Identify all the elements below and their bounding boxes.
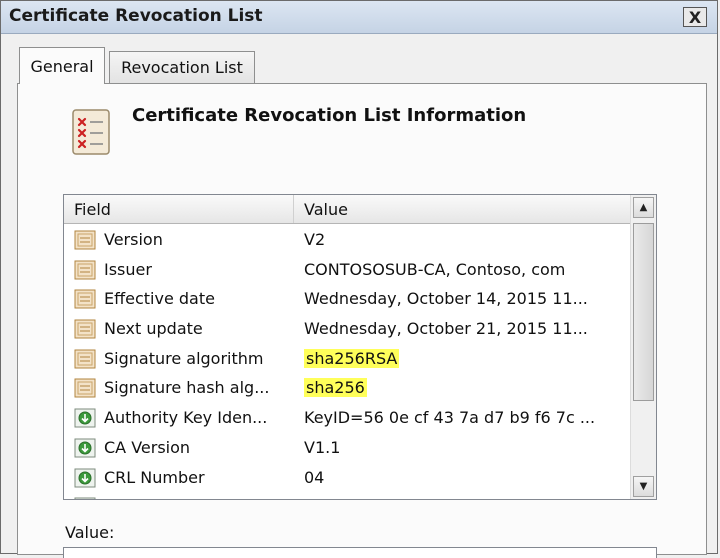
arrow-up-icon: ▲ [639, 202, 648, 213]
column-header-value[interactable]: Value [294, 195, 630, 223]
tab-revocation-list-label: Revocation List [121, 58, 243, 77]
scroll-up-button[interactable]: ▲ [633, 197, 654, 218]
list-item[interactable]: Signature algorithm sha256RSA [64, 344, 630, 374]
property-icon [74, 378, 96, 398]
list-item[interactable]: Next update Wednesday, October 21, 2015 … [64, 314, 630, 344]
list-header: Field Value [64, 195, 630, 224]
window-title: Certificate Revocation List [9, 6, 263, 26]
property-icon [74, 319, 96, 339]
list-item[interactable]: CRL Number 04 [64, 463, 630, 493]
value-label: Value: [65, 523, 115, 542]
list-item[interactable]: Signature hash alg... sha256 [64, 373, 630, 403]
property-icon [74, 289, 96, 309]
field-value: V1.1 [304, 437, 341, 457]
title-bar[interactable]: Certificate Revocation List X [1, 1, 717, 34]
dialog-window: Certificate Revocation List X General Re… [0, 0, 718, 558]
field-value-highlighted: sha256RSA [304, 348, 400, 368]
field-value-highlighted: sha256 [304, 378, 367, 398]
extension-icon [74, 438, 96, 458]
extension-icon [74, 408, 96, 428]
column-header-field[interactable]: Field [64, 195, 294, 223]
list-rows: Version V2 Issuer CONTOSOSUB-CA, Contoso… [64, 225, 630, 499]
list-item[interactable]: Effective date Wednesday, October 14, 20… [64, 284, 630, 314]
field-name: Next update [104, 319, 203, 339]
scroll-down-button[interactable]: ▼ [633, 476, 654, 497]
list-item[interactable] [64, 492, 630, 499]
list-item[interactable]: Version V2 [64, 225, 630, 255]
tab-general-label: General [30, 56, 94, 76]
field-value: 04 [304, 467, 325, 487]
field-name: Version [104, 230, 163, 249]
info-heading: Certificate Revocation List Information [132, 105, 527, 126]
tab-general[interactable]: General [19, 47, 105, 84]
field-name: Issuer [104, 259, 152, 279]
property-icon [74, 260, 96, 280]
crl-document-icon [72, 109, 110, 155]
property-icon [74, 349, 96, 369]
field-name: Effective date [104, 289, 215, 309]
field-value: CONTOSOSUB-CA, Contoso, com [304, 259, 566, 279]
field-value: Wednesday, October 14, 2015 11... [304, 289, 588, 309]
scrollbar-thumb[interactable] [633, 223, 654, 401]
extension-icon [74, 497, 96, 499]
field-name: Authority Key Iden... [104, 408, 268, 428]
field-value: KeyID=56 0e cf 43 7a d7 b9 f6 7c ... [304, 408, 596, 428]
close-button[interactable]: X [683, 7, 707, 27]
fields-list[interactable]: Field Value Version V2 Issuer CONTOSOSUB… [63, 194, 657, 500]
vertical-scrollbar[interactable]: ▲ ▼ [630, 195, 656, 499]
close-icon: X [688, 7, 702, 27]
field-name: CRL Number [104, 467, 205, 487]
field-name: CA Version [104, 437, 191, 457]
field-name: Signature algorithm [104, 348, 264, 368]
arrow-down-icon: ▼ [639, 481, 648, 492]
list-item[interactable]: CA Version V1.1 [64, 433, 630, 463]
list-item[interactable]: Issuer CONTOSOSUB-CA, Contoso, com [64, 255, 630, 285]
field-value: Wednesday, October 21, 2015 11... [304, 319, 588, 339]
value-textbox[interactable] [63, 547, 657, 558]
tab-revocation-list[interactable]: Revocation List [109, 51, 255, 83]
list-item[interactable]: Authority Key Iden... KeyID=56 0e cf 43 … [64, 403, 630, 433]
field-value: V2 [304, 230, 326, 249]
property-icon [74, 230, 96, 250]
field-name: Signature hash alg... [104, 378, 270, 398]
extension-icon [74, 468, 96, 487]
